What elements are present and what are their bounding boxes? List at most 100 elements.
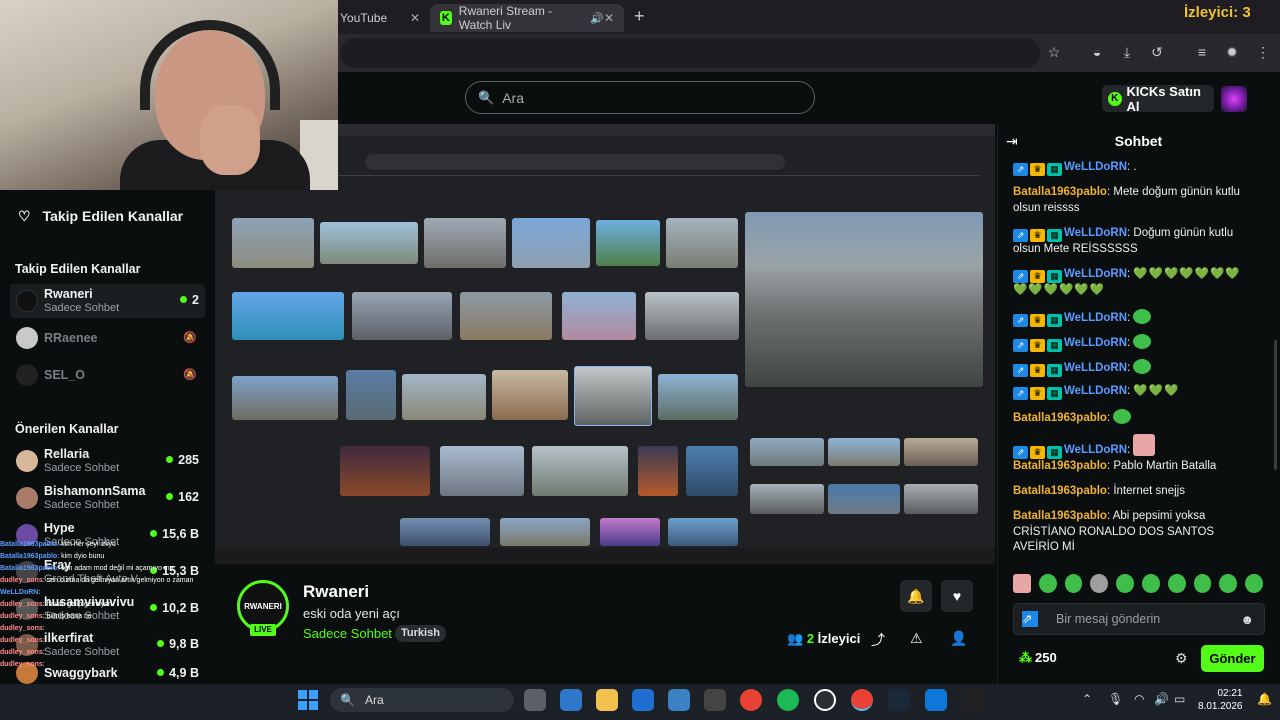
channel-avatar-text: RWANERI [244,601,282,611]
chat-username[interactable]: WeLLDoRN [1064,268,1127,280]
outlook-icon[interactable] [560,689,582,711]
store-icon[interactable] [668,689,690,711]
live-dot-icon [166,456,174,463]
emote-icon[interactable] [1013,574,1031,593]
notification-bell-icon[interactable]: 🔔 [1257,692,1272,706]
video-image-thumb [686,446,738,496]
viewer-count-value: 2 [806,631,815,646]
language-tag[interactable]: Turkish [395,625,446,642]
webcam-streamer-hand [200,105,260,175]
emote-icon[interactable] [1038,574,1057,593]
channel-points[interactable]: ⁂ 250 [1019,650,1057,666]
notification-bell-button[interactable]: 🔔 [900,580,932,612]
chat-message: Batalla1963pablo: Pablo Martin Batalla [1013,459,1253,475]
share-icon[interactable]: ⤴ [871,630,885,650]
steam-icon[interactable] [888,689,910,711]
star-icon[interactable]: ☆ [1046,44,1062,60]
chat-username[interactable]: Batalla1963pablo [1013,485,1107,497]
chat-username[interactable]: WeLLDoRN [1064,161,1127,173]
emote-icon[interactable] [1090,574,1109,593]
chat-username[interactable]: WeLLDoRN [1064,337,1127,349]
emote-icon[interactable] [1245,574,1263,593]
battery-icon[interactable]: ▭ [1174,692,1185,706]
sidebar-channel-rellaria[interactable]: Rellaria Sadece Sohbet 285 [10,444,205,478]
editor-app-icon[interactable] [632,689,654,711]
overlay-chat-username: Batalla1963pablo [0,553,58,560]
chat-username[interactable]: Batalla1963pablo [1013,510,1107,522]
unity-hub-icon[interactable] [704,689,726,711]
send-button[interactable]: Gönder [1201,645,1264,672]
subscriber-badge-icon: ▦ [1047,387,1062,400]
chrome-active-icon[interactable] [851,689,873,711]
report-icon[interactable]: ⚠ [910,630,923,647]
incognito-icon[interactable]: ◒ [1089,44,1105,60]
sidebar-channel-rwaneri[interactable]: Rwaneri Sadece Sohbet 2 [10,284,205,318]
sidebar-channel-sel-o[interactable]: SEL_O 🔕 [10,358,205,392]
tab-kick-stream[interactable]: K Rwaneri Stream - Watch Liv 🔊 ✕ [430,4,624,32]
chat-username[interactable]: Batalla1963pablo [1013,460,1107,472]
video-image-thumb [828,438,900,466]
media-control-icon[interactable]: ≡ [1194,44,1210,60]
overlay-chat-line: dudley_sons: havalı gelip gelmiyon [0,600,112,609]
chat-username[interactable]: WeLLDoRN [1064,385,1127,397]
chrome-icon[interactable] [740,689,762,711]
obs-icon[interactable] [814,689,836,711]
chat-username[interactable]: WeLLDoRN [1064,312,1127,324]
emote-icon[interactable] [1219,574,1238,593]
profile-icon[interactable]: ✹ [1224,44,1240,60]
chat-text: : İnternet snejjs [1106,485,1185,497]
spotify-icon[interactable] [777,689,799,711]
follow-button[interactable]: ♥ [941,580,973,612]
stream-category[interactable]: Sadece Sohbet [303,626,392,641]
chat-username[interactable]: Batalla1963pablo [1013,412,1107,424]
followed-channels-header[interactable]: ♡ Takip Edilen Kanallar [18,208,183,225]
menu-icon[interactable]: ⋮ [1255,44,1271,60]
sidebar-channel-bishamonnsama[interactable]: BishamonnSama Sadece Sohbet 162 [10,481,205,515]
emoji-picker-icon[interactable]: ☻ [1240,612,1254,627]
speaker-icon[interactable]: 🔊 [590,12,604,25]
overlay-chat-line: Batalla1963pablo: kim dyio bunu [0,552,104,561]
emote-icon[interactable] [1141,574,1160,593]
battle-net-icon[interactable] [925,689,947,711]
wifi-icon[interactable]: ◠ [1134,692,1144,706]
emote-icon[interactable] [1193,574,1212,593]
volume-icon[interactable]: 🔊 [1154,692,1169,706]
overlay-chat-line: Batalla1963pablo: kim her şeyi izliyo [0,540,116,549]
search-input[interactable]: 🔍 Ara [465,81,815,114]
chat-settings-gear-icon[interactable]: ⚙ [1175,650,1188,667]
overlay-chat-username: dudley_sons [0,649,43,656]
windows-start-icon[interactable] [298,690,318,710]
chat-username[interactable]: WeLLDoRN [1064,362,1127,374]
channel-name[interactable]: Rwaneri [303,582,369,602]
overlay-chat-username: WeLLDoRN [0,589,39,596]
user-avatar[interactable] [1221,86,1247,112]
close-icon[interactable]: ✕ [604,11,614,25]
buy-kicks-button[interactable]: K KICKs Satın Al [1102,84,1214,114]
tray-chevron-icon[interactable]: ⌃ [1082,692,1092,706]
chat-message-input[interactable]: ⇗ Bir mesaj gönderin ☻ [1013,603,1265,635]
download-icon[interactable]: ⤓ [1119,44,1135,60]
sidebar-channel-rraenee[interactable]: RRaenee 🔕 [10,321,205,355]
history-icon[interactable]: ↺ [1149,44,1165,60]
chat-username[interactable]: WeLLDoRN [1064,444,1127,456]
viewer-count: 162 [166,490,199,504]
chat-username[interactable]: Batalla1963pablo [1013,186,1107,198]
chat-username[interactable]: WeLLDoRN [1064,227,1127,239]
address-bar[interactable] [340,38,1040,68]
taskbar-clock[interactable]: 02:21 8.01.2026 [1198,687,1243,713]
chat-scrollbar[interactable] [1274,340,1277,470]
close-icon[interactable]: ✕ [410,11,420,25]
emote-icon[interactable] [1064,574,1083,593]
crown-badge-icon: ♛ [1030,229,1045,242]
taskbar-search[interactable]: 🔍 Ara [330,688,514,712]
microphone-icon[interactable]: 🎙 [1108,692,1123,706]
channel-name: Hype [44,521,75,535]
emote-icon[interactable] [1116,574,1134,593]
tab-youtube[interactable]: YouTube ✕ [330,4,430,32]
file-explorer-icon[interactable] [596,689,618,711]
gift-sub-icon[interactable]: 👤 [950,630,967,647]
epic-games-icon[interactable] [962,689,984,711]
new-tab-button[interactable]: + [634,6,645,27]
emote-icon[interactable] [1167,574,1186,593]
task-view-icon[interactable] [524,689,546,711]
